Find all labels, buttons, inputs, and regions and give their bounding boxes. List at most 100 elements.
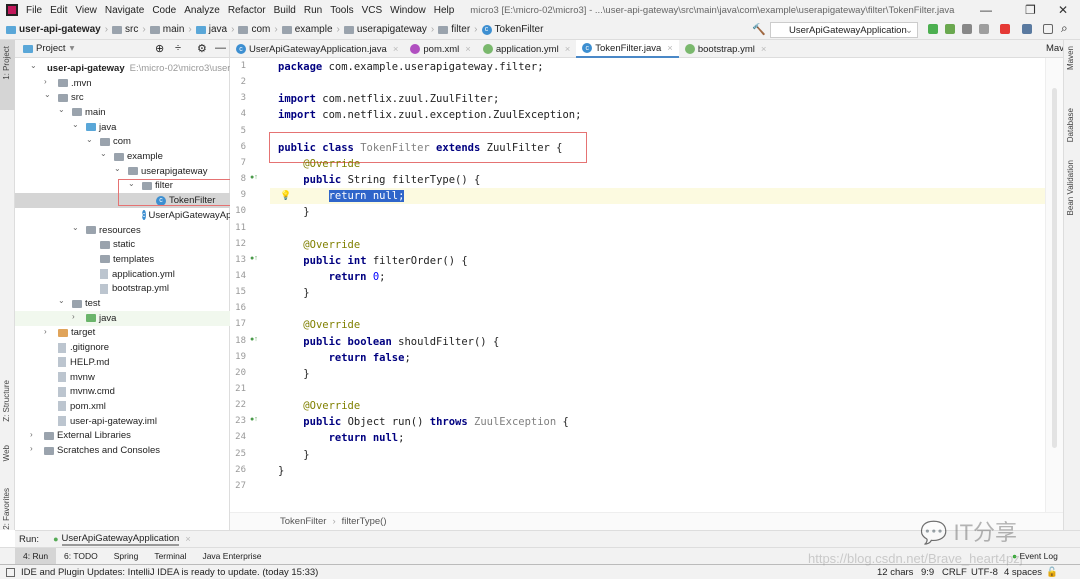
tree-item[interactable]: ⌄ com — [15, 135, 230, 150]
rerun-icon[interactable] — [928, 24, 938, 34]
tree-item[interactable]: pom.xml — [15, 399, 230, 414]
tree-item[interactable]: mvnw.cmd — [15, 384, 230, 399]
project-view-select[interactable]: Project — [36, 43, 66, 54]
status-message[interactable]: IDE and Plugin Updates: IntelliJ IDEA is… — [21, 567, 318, 578]
maven-tool-button[interactable]: Maven — [1066, 46, 1075, 70]
tab-bootstrap-yml[interactable]: bootstrap.yml × — [679, 40, 773, 58]
menu-vcs[interactable]: VCS — [362, 5, 383, 16]
chevron-right-icon[interactable]: › — [44, 77, 47, 86]
chevron-down-icon[interactable]: ⌄ — [86, 135, 93, 144]
tree-item[interactable]: bootstrap.yml — [15, 282, 230, 297]
tree-item[interactable]: ⌄ main — [15, 105, 230, 120]
breadcrumb-item[interactable]: main — [149, 24, 184, 35]
line-separator[interactable]: CRLF — [942, 567, 967, 578]
breadcrumb-item[interactable]: user-api-gateway — [6, 24, 101, 35]
chevron-right-icon[interactable]: › — [72, 312, 75, 321]
tool-tab-terminal[interactable]: Terminal — [146, 548, 194, 565]
web-tool-button[interactable]: Web — [2, 445, 11, 461]
build-hammer-icon[interactable]: 🔨 — [752, 23, 766, 36]
layout-icon[interactable] — [1043, 24, 1053, 34]
close-button[interactable]: ✕ — [1058, 3, 1068, 17]
indent-setting[interactable]: 4 spaces — [1004, 567, 1042, 578]
lightbulb-icon[interactable]: 💡 — [280, 190, 291, 201]
bean-validation-tool-button[interactable]: Bean Validation — [1066, 160, 1075, 215]
breadcrumb-item[interactable]: c TokenFilter — [481, 24, 543, 35]
run-config-tab[interactable]: UserApiGatewayApplication — [61, 533, 180, 546]
breadcrumb-item[interactable]: userapigateway — [343, 24, 427, 35]
chevron-down-icon[interactable]: ⌄ — [72, 120, 79, 129]
vertical-scrollbar[interactable] — [1045, 58, 1063, 512]
menu-help[interactable]: Help — [434, 5, 455, 16]
tool-tab-6-todo[interactable]: 6: TODO — [56, 548, 106, 565]
tree-item[interactable]: ⌄ user-api-gateway E:\micro-02\micro3\user… — [15, 61, 239, 76]
close-tab-icon[interactable]: × — [667, 43, 673, 54]
tree-item[interactable]: mvnw — [15, 370, 230, 385]
menu-build[interactable]: Build — [274, 5, 296, 16]
breadcrumb-item[interactable]: com — [238, 24, 270, 35]
tool-tab-spring[interactable]: Spring — [106, 548, 147, 565]
locate-icon[interactable]: ⊕ — [155, 42, 164, 55]
override-marker-icon[interactable]: ●↑ — [250, 255, 258, 262]
breadcrumb-method[interactable]: filterType() — [342, 516, 387, 527]
tab-pom-xml[interactable]: pom.xml × — [404, 40, 476, 58]
debug-icon[interactable] — [945, 24, 955, 34]
restore-button[interactable]: ❐ — [1025, 3, 1036, 17]
tree-item[interactable]: .gitignore — [15, 340, 230, 355]
tab-application-yml[interactable]: application.yml × — [477, 40, 576, 58]
close-tab-icon[interactable]: × — [565, 44, 571, 55]
collapse-all-icon[interactable]: ÷ — [175, 42, 181, 54]
chevron-down-icon[interactable]: ⌄ — [72, 223, 79, 232]
close-tab-icon[interactable]: × — [393, 44, 399, 55]
tree-item[interactable]: templates — [15, 252, 230, 267]
tree-item[interactable]: ⌄ java — [15, 120, 230, 135]
structure-tool-button[interactable]: Z: Structure — [2, 380, 11, 422]
caret-position[interactable]: 9:9 — [921, 567, 934, 578]
breadcrumb-item[interactable]: java — [195, 24, 227, 35]
chevron-down-icon[interactable]: ⌄ — [44, 90, 51, 99]
tree-item[interactable]: › Scratches and Consoles — [15, 443, 230, 458]
chevron-down-icon[interactable]: ⌄ — [30, 61, 37, 70]
menu-refactor[interactable]: Refactor — [228, 5, 266, 16]
favorites-tool-button[interactable]: 2: Favorites — [2, 488, 11, 530]
run-config-select[interactable]: UserApiGatewayApplication ⌄ — [770, 22, 918, 38]
breadcrumb-item[interactable]: filter — [438, 24, 470, 35]
menu-run[interactable]: Run — [304, 5, 322, 16]
maven-tab-button[interactable]: Mav — [1046, 43, 1064, 54]
breadcrumb-item[interactable]: example — [281, 24, 333, 35]
override-marker-icon[interactable]: ●↑ — [250, 174, 258, 181]
chevron-down-icon[interactable]: ⌄ — [58, 296, 65, 305]
override-marker-icon[interactable]: ●↑ — [250, 416, 258, 423]
menu-view[interactable]: View — [75, 5, 97, 16]
tab-tokenfilter-java[interactable]: c TokenFilter.java × — [576, 40, 679, 58]
tree-item[interactable]: › External Libraries — [15, 429, 230, 444]
code-editor[interactable]: package com.example.userapigateway.filte… — [269, 58, 1045, 512]
tree-item[interactable]: HELP.md — [15, 355, 230, 370]
close-tab-icon[interactable]: × — [761, 44, 767, 55]
breadcrumb-class[interactable]: TokenFilter — [280, 516, 326, 527]
notification-icon[interactable] — [6, 567, 15, 577]
tree-item[interactable]: application.yml — [15, 267, 230, 282]
coverage-icon[interactable] — [962, 24, 972, 34]
hide-icon[interactable]: — — [215, 42, 226, 54]
project-structure-icon[interactable] — [1022, 24, 1032, 34]
tree-item[interactable]: c UserApiGatewayAppl — [15, 208, 239, 223]
profile-icon[interactable] — [979, 24, 989, 34]
chevron-down-icon[interactable]: ⌄ — [58, 105, 65, 114]
lock-icon[interactable]: 🔓 — [1046, 567, 1058, 578]
menu-code[interactable]: Code — [152, 5, 176, 16]
stop-icon[interactable] — [1000, 24, 1010, 34]
chevron-down-icon[interactable]: ⌄ — [114, 164, 121, 173]
search-icon[interactable]: ⌕ — [1061, 21, 1068, 36]
tree-item[interactable]: ⌄ test — [15, 296, 230, 311]
override-marker-icon[interactable]: ●↑ — [250, 336, 258, 343]
tree-item[interactable]: ⌄ userapigateway — [15, 164, 230, 179]
tree-item[interactable]: › .mvn — [15, 76, 230, 91]
menu-analyze[interactable]: Analyze — [184, 5, 220, 16]
close-tab-icon[interactable]: × — [465, 44, 471, 55]
tool-tab-java-enterprise[interactable]: Java Enterprise — [194, 548, 269, 565]
tool-tab-4-run[interactable]: 4: Run — [15, 547, 57, 565]
database-tool-button[interactable]: Database — [1066, 108, 1075, 142]
menu-navigate[interactable]: Navigate — [105, 5, 144, 16]
tree-item[interactable]: › target — [15, 326, 230, 341]
tree-item[interactable]: › java — [15, 310, 230, 326]
